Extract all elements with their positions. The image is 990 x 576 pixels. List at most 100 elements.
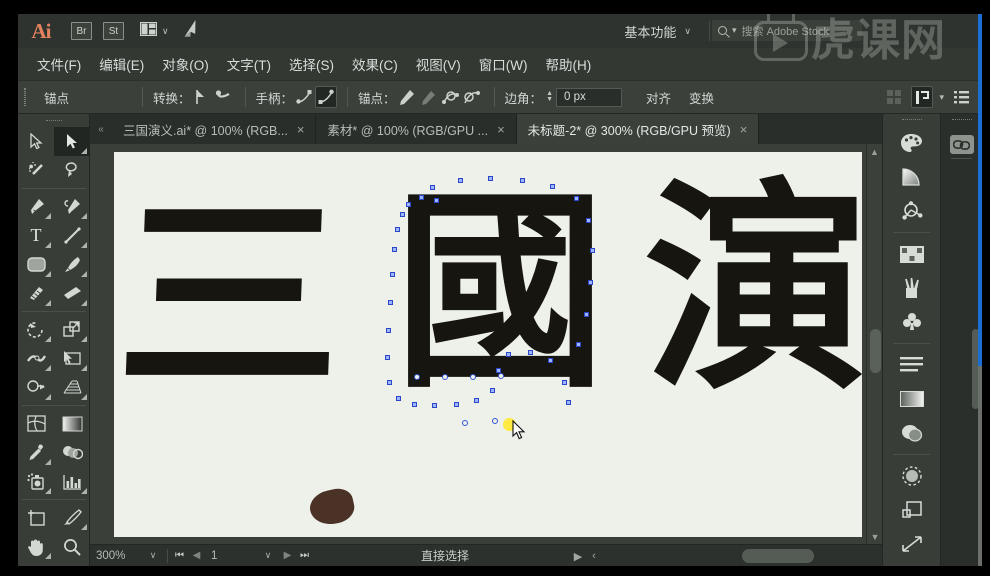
anchor-point[interactable] — [385, 355, 390, 360]
selection-tool[interactable] — [18, 127, 54, 156]
anchor-point-selected[interactable] — [470, 374, 476, 380]
stock-button[interactable]: St — [103, 22, 124, 40]
lasso-tool[interactable] — [54, 156, 90, 185]
type-tool[interactable]: T — [18, 221, 54, 250]
arrange-icon[interactable] — [911, 86, 934, 108]
control-bar-grip[interactable] — [18, 80, 32, 114]
scroll-left-icon[interactable]: ‹ — [586, 550, 602, 562]
glyph-san[interactable]: 三 — [113, 171, 347, 420]
magic-wand-tool[interactable] — [18, 156, 54, 185]
search-field[interactable]: ▾ 搜索 Adobe Stock — [712, 20, 862, 41]
rotate-tool[interactable] — [18, 315, 54, 344]
mesh-tool[interactable] — [18, 409, 54, 438]
anchor-point[interactable] — [386, 328, 391, 333]
hide-handles-icon[interactable] — [315, 86, 338, 108]
artboards-panel-icon[interactable] — [883, 527, 940, 561]
anchor-point[interactable] — [574, 196, 579, 201]
anchor-point[interactable] — [458, 178, 463, 183]
anchor-point[interactable] — [388, 300, 393, 305]
anchor-point-selected[interactable] — [498, 373, 504, 379]
tab-sucai[interactable]: 素材* @ 100% (RGB/GPU ... × — [316, 114, 517, 144]
menu-edit[interactable]: 编辑(E) — [90, 51, 153, 77]
layers-panel-icon[interactable] — [883, 493, 940, 527]
menu-effect[interactable]: 效果(C) — [343, 51, 407, 77]
menu-select[interactable]: 选择(S) — [280, 51, 343, 77]
show-handles-icon[interactable] — [293, 86, 315, 108]
color-panel-icon[interactable] — [883, 126, 940, 160]
menu-type[interactable]: 文字(T) — [218, 51, 280, 77]
blob-brush-tool[interactable] — [18, 279, 54, 308]
hand-tool[interactable] — [18, 532, 54, 561]
anchor-point[interactable] — [490, 388, 495, 393]
convert-anchor-corner-icon[interactable] — [191, 86, 213, 108]
anchor-point[interactable] — [454, 402, 459, 407]
bridge-button[interactable]: Br — [71, 22, 92, 40]
anchor-point[interactable] — [406, 202, 411, 207]
rocket-icon[interactable] — [179, 18, 204, 43]
anchor-point[interactable] — [474, 398, 479, 403]
creative-cloud-icon[interactable] — [949, 135, 974, 154]
tab-scroll-left[interactable]: « — [90, 114, 112, 144]
zoom-tool[interactable] — [54, 532, 90, 561]
zoom-level-input[interactable]: 300% — [90, 550, 142, 562]
first-artboard-button[interactable]: ⏮ — [171, 550, 188, 561]
anchor-point[interactable] — [548, 358, 553, 363]
connect-anchors-icon[interactable] — [418, 86, 440, 108]
anchor-point[interactable] — [588, 280, 593, 285]
horizontal-scroll-thumb[interactable] — [742, 549, 814, 563]
corner-stepper[interactable]: ▲ ▼ — [546, 90, 553, 103]
free-transform-tool[interactable] — [54, 344, 90, 373]
menu-help[interactable]: 帮助(H) — [536, 51, 600, 77]
transparency-panel-icon[interactable] — [883, 416, 940, 450]
line-segment-tool[interactable] — [54, 221, 90, 250]
anchor-point-detached[interactable] — [462, 420, 468, 426]
anchor-point[interactable] — [576, 342, 581, 347]
anchor-point[interactable] — [528, 350, 533, 355]
rectangle-tool[interactable] — [18, 250, 54, 279]
anchor-point[interactable] — [432, 403, 437, 408]
symbols-panel-icon[interactable] — [883, 305, 940, 339]
dock-grip[interactable] — [941, 114, 982, 126]
chevron-down-icon[interactable]: ▾ — [939, 92, 944, 103]
anchor-point-selected[interactable] — [442, 374, 448, 380]
menu-object[interactable]: 对象(O) — [153, 51, 218, 77]
anchor-point[interactable] — [520, 178, 525, 183]
anchor-point[interactable] — [584, 312, 589, 317]
anchor-point-selected[interactable] — [414, 374, 420, 380]
scroll-up-icon[interactable]: ▲ — [867, 144, 882, 159]
menu-file[interactable]: 文件(F) — [28, 51, 90, 77]
last-artboard-button[interactable]: ⏭ — [296, 550, 313, 561]
anchor-point[interactable] — [434, 198, 439, 203]
anchor-point[interactable] — [392, 247, 397, 252]
appearance-panel-icon[interactable] — [883, 459, 940, 493]
artboard-tool[interactable] — [18, 503, 54, 532]
workspace-switcher[interactable]: 基本功能 ∨ — [616, 20, 699, 42]
anchor-point[interactable] — [550, 184, 555, 189]
scroll-down-icon[interactable]: ▼ — [867, 529, 883, 544]
width-tool[interactable] — [18, 344, 54, 373]
symbol-sprayer-tool[interactable] — [18, 467, 54, 496]
tab-untitled-2[interactable]: 未标题-2* @ 300% (RGB/GPU 预览) × — [516, 114, 760, 144]
previous-artboard-button[interactable]: ◀ — [188, 550, 205, 561]
slice-tool[interactable] — [54, 503, 90, 532]
anchor-point[interactable] — [419, 195, 424, 200]
eraser-tool[interactable] — [54, 279, 90, 308]
column-graph-tool[interactable] — [54, 467, 90, 496]
corner-radius-input[interactable]: 0 px — [556, 87, 622, 107]
artboard-dropdown-chevron[interactable]: ∨ — [257, 550, 279, 561]
gradient-tool[interactable] — [54, 409, 90, 438]
anchor-point[interactable] — [590, 248, 595, 253]
convert-anchor-smooth-icon[interactable] — [213, 86, 235, 108]
swatches-panel-icon[interactable] — [883, 237, 940, 271]
blend-tool[interactable] — [54, 438, 90, 467]
curvature-tool[interactable] — [54, 192, 90, 221]
perspective-grid-tool[interactable] — [54, 373, 90, 402]
isolate-selected-anchor-icon[interactable] — [440, 86, 462, 108]
direct-selection-tool[interactable] — [54, 127, 90, 156]
brushes-panel-icon[interactable] — [883, 271, 940, 305]
anchor-point[interactable] — [387, 380, 392, 385]
pen-tool[interactable] — [18, 192, 54, 221]
align-button[interactable]: 对齐 — [640, 85, 677, 110]
gradient-strip-icon[interactable] — [883, 382, 940, 416]
grid-icon[interactable] — [883, 86, 905, 108]
